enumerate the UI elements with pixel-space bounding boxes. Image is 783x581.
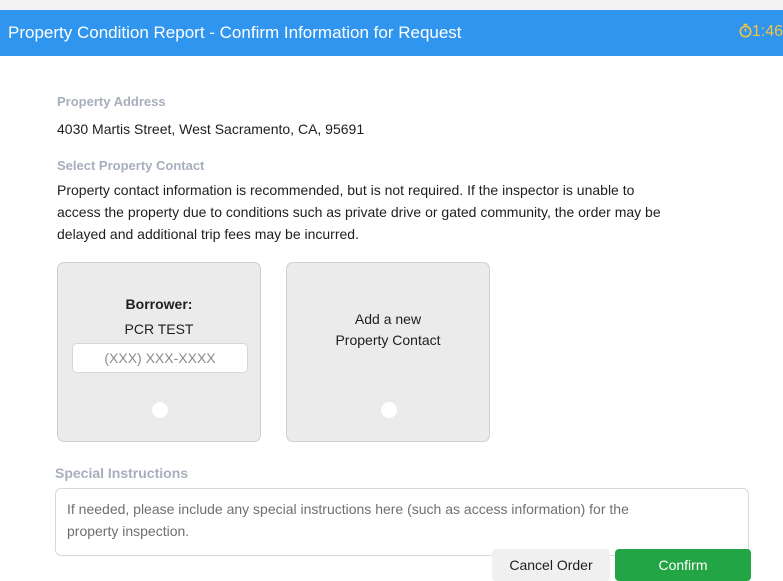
modal-title: Property Condition Report - Confirm Info… (8, 23, 462, 42)
contact-note-line: delayed and additional trip fees may be … (57, 226, 359, 242)
stopwatch-icon (739, 23, 752, 38)
new-contact-line1: Add a new (354, 311, 422, 327)
property-address-label: Property Address (57, 94, 166, 109)
new-contact-line2: Property Contact (335, 332, 441, 348)
confirm-button[interactable]: Confirm (615, 549, 751, 581)
select-contact-label: Select Property Contact (57, 158, 205, 173)
instructions-placeholder-line: property inspection. (67, 523, 190, 539)
timer-value: 1:46 (751, 23, 783, 40)
new-contact-card[interactable]: Add a new Property Contact (286, 262, 490, 442)
special-instructions-textarea[interactable]: If needed, please include any special in… (55, 488, 749, 556)
borrower-phone-input[interactable] (72, 343, 248, 373)
contact-note: Property contact information is recommen… (57, 179, 777, 245)
borrower-title: Borrower: (125, 296, 193, 312)
borrower-name: PCR TEST (124, 321, 194, 337)
modal-header: Property Condition Report - Confirm Info… (0, 10, 783, 56)
contact-note-line: Property contact information is recommen… (57, 182, 635, 198)
session-timer: 1:46 (739, 23, 783, 41)
cancel-order-button[interactable]: Cancel Order (492, 549, 610, 581)
property-address-value: 4030 Martis Street, West Sacramento, CA,… (57, 121, 365, 137)
confirm-request-modal: Property Condition Report - Confirm Info… (0, 10, 783, 581)
instructions-placeholder-line: If needed, please include any special in… (67, 501, 629, 517)
borrower-contact-card[interactable]: Borrower: PCR TEST (57, 262, 261, 442)
contact-note-line: access the property due to conditions su… (57, 204, 661, 220)
new-contact-radio[interactable] (381, 402, 397, 418)
borrower-radio[interactable] (152, 402, 168, 418)
special-instructions-label: Special Instructions (55, 465, 189, 481)
